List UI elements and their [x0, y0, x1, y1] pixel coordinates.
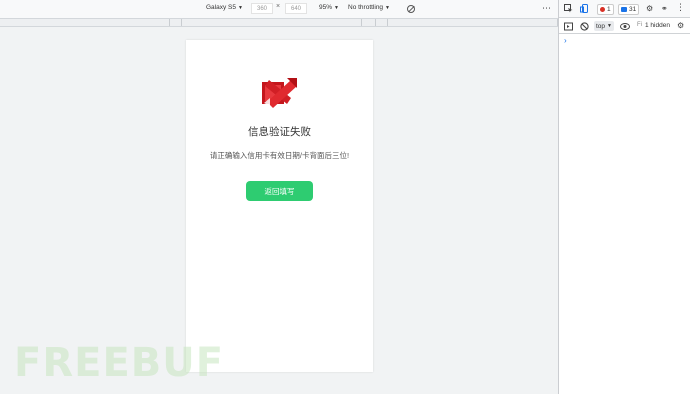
console-toolbar: top ▼ Fi 1 hidden ⚙	[559, 18, 690, 34]
chevron-down-icon: ▼	[334, 4, 339, 11]
error-icon	[600, 7, 605, 12]
clear-console-icon[interactable]	[580, 22, 589, 31]
ruler-segment[interactable]	[362, 19, 376, 26]
chevron-down-icon: ▼	[238, 4, 243, 11]
context-label: top	[596, 22, 606, 30]
watermark: FREEBUF	[14, 340, 224, 386]
errors-count: 1	[607, 6, 611, 13]
error-x-icon	[262, 78, 297, 108]
hidden-messages-count: 1 hidden	[645, 22, 670, 29]
sidebar-toggle-icon[interactable]	[564, 22, 573, 31]
console-prompt-icon[interactable]: ›	[564, 36, 567, 45]
media-query-ruler[interactable]	[0, 18, 558, 27]
rotate-icon[interactable]	[407, 5, 415, 13]
times-sign: ×	[276, 3, 281, 10]
error-message: 请正确输入信用卡有效日期/卡背面后三位!	[209, 151, 350, 160]
error-title: 信息验证失败	[248, 126, 311, 138]
context-select[interactable]: top ▼	[594, 21, 614, 31]
zoom-label: 95%	[319, 4, 333, 11]
devtools-menu-icon[interactable]: ⋮	[676, 3, 685, 12]
throttle-select[interactable]: No throttling ▼	[348, 4, 390, 11]
ruler-segment[interactable]	[182, 19, 362, 26]
ruler-segment[interactable]	[170, 19, 182, 26]
filter-input[interactable]: Fi	[637, 22, 642, 28]
inspect-element-icon[interactable]	[564, 4, 573, 13]
browser-window: Galaxy S5 ▼ 360 × 640 95% ▼ No throttlin…	[0, 0, 690, 394]
chevron-down-icon: ▼	[385, 4, 390, 11]
ruler-segment[interactable]	[376, 19, 388, 26]
eye-icon[interactable]	[620, 22, 630, 31]
console-settings-gear-icon[interactable]: ⚙	[677, 21, 686, 30]
more-options-icon[interactable]: ⋯	[542, 3, 551, 14]
messages-count: 31	[629, 6, 637, 13]
zoom-select[interactable]: 95% ▼	[319, 4, 339, 11]
back-to-form-button[interactable]: 返回填写	[246, 181, 313, 201]
device-toolbar: Galaxy S5 ▼ 360 × 640 95% ▼ No throttlin…	[0, 0, 558, 18]
gear-icon[interactable]: ⚙	[646, 4, 655, 13]
connect-icon[interactable]: ⚭	[661, 4, 670, 13]
devtools-panel: 1 31 ⚙ ⚭ ⋮ top ▼ Fi 1 hidden ⚙ ›	[558, 0, 690, 394]
width-input[interactable]: 360	[251, 3, 273, 14]
throttle-label: No throttling	[348, 4, 384, 11]
device-label: Galaxy S5	[206, 4, 236, 11]
ruler-segment[interactable]	[388, 19, 558, 26]
chevron-down-icon: ▼	[607, 23, 612, 29]
watermark-text: FREEBUF	[14, 340, 225, 386]
devtools-toolbar: 1 31 ⚙ ⚭ ⋮	[559, 0, 690, 18]
errors-badge[interactable]: 1	[597, 4, 614, 15]
device-screen: 信息验证失败 请正确输入信用卡有效日期/卡背面后三位! 返回填写	[186, 40, 373, 372]
messages-badge[interactable]: 31	[618, 4, 640, 15]
height-input[interactable]: 640	[285, 3, 307, 14]
message-icon	[621, 7, 627, 12]
ruler-segment[interactable]	[0, 19, 170, 26]
device-select[interactable]: Galaxy S5 ▼	[206, 4, 243, 11]
page-viewport: 信息验证失败 请正确输入信用卡有效日期/卡背面后三位! 返回填写 FREEBUF	[0, 27, 558, 394]
device-toggle-icon[interactable]	[580, 4, 589, 13]
